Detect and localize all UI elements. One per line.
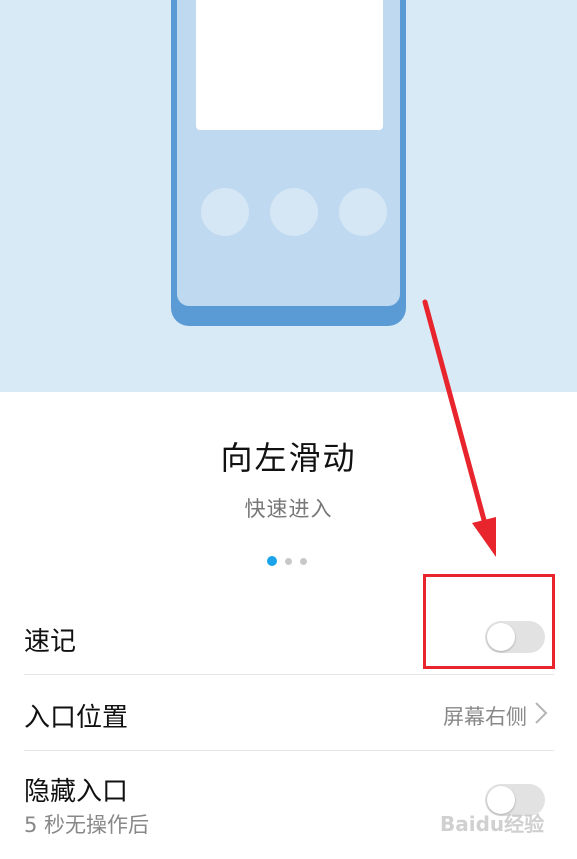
setting-label-hide-entry: 隐藏入口 xyxy=(24,777,129,807)
hero-subtitle: 快速进入 xyxy=(244,497,333,521)
page-dot xyxy=(285,557,292,565)
chevron-right-icon xyxy=(535,702,548,724)
page-indicator xyxy=(267,556,307,566)
phone-illustration xyxy=(171,0,406,326)
page-dot xyxy=(300,557,307,565)
hero-illustration xyxy=(0,0,577,392)
divider xyxy=(24,674,554,675)
phone-nav-dot xyxy=(201,188,249,236)
hero-title: 向左滑动 xyxy=(220,439,357,477)
divider xyxy=(24,750,554,751)
annotation-highlight-box xyxy=(423,574,555,669)
phone-nav-dot xyxy=(339,188,387,236)
page-dot-active xyxy=(267,556,277,566)
setting-sublabel-hide-entry: 5 秒无操作后 xyxy=(24,813,150,837)
setting-label-entry-position: 入口位置 xyxy=(24,703,129,733)
entry-position-value: 屏幕右侧 xyxy=(443,705,527,729)
phone-screen xyxy=(196,0,383,130)
phone-body xyxy=(177,0,400,306)
phone-nav-dot xyxy=(270,188,318,236)
watermark: Baidu经验 xyxy=(440,812,545,836)
setting-label-memo: 速记 xyxy=(24,627,77,657)
